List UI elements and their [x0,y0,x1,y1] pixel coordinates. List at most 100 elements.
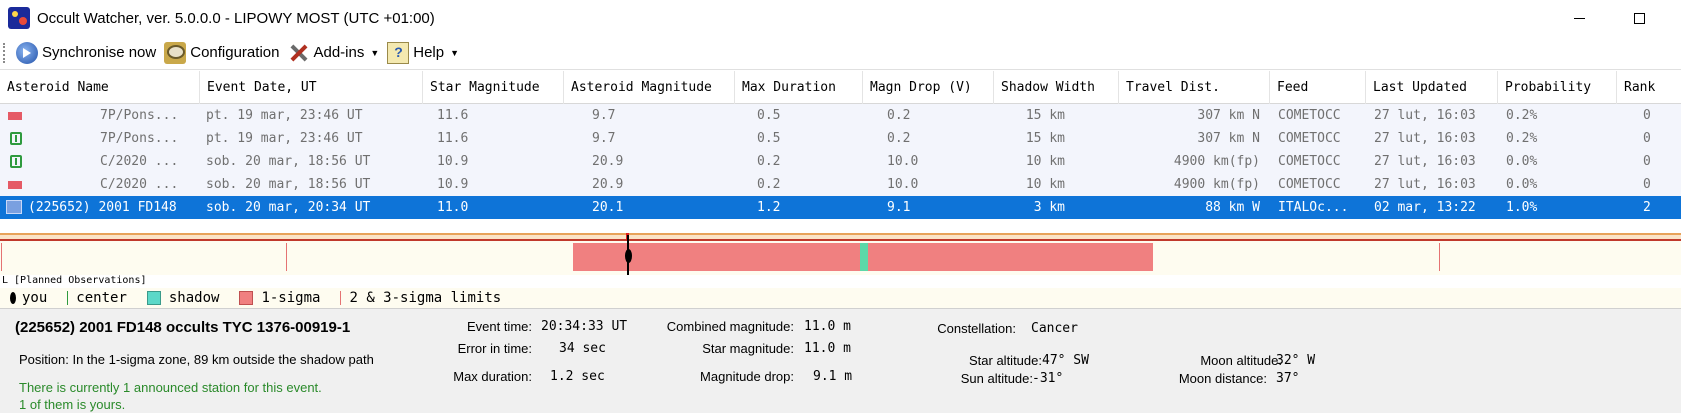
asteroid-name: 7P/Pons... [100,108,179,123]
addins-label: Add-ins [313,44,365,61]
sigma-limit-line [1439,243,1440,271]
shadow-path [860,243,868,271]
legend-center: center [76,290,127,306]
cell-prob: 0.2% [1506,108,1538,123]
help-menu[interactable]: Help ▼ [383,40,463,66]
stations-yours-text: 1 of them is yours. [19,397,126,412]
star-magnitude-label: Star magnitude: [702,341,794,356]
event-details-panel: (225652) 2001 FD148 occults TYC 1376-009… [0,308,1681,413]
cell-feed: COMETOCC [1278,154,1341,169]
legend: you center shadow 1-sigma 2 & 3-sigma li… [0,288,1681,308]
cell-magn-drop: 10.0 [887,177,919,192]
tools-icon [287,42,309,64]
asteroid-name: 7P/Pons... [100,131,179,146]
cell-updated: 02 mar, 13:22 [1374,200,1476,215]
column-header-asteroid-name[interactable]: Asteroid Name [0,71,200,104]
legend-shadow: shadow [168,290,220,306]
toolbar: Synchronise now Configuration Add-ins ▼ … [0,36,1681,70]
column-header-asteroid-magnitude[interactable]: Asteroid Magnitude [564,71,735,104]
chevron-down-icon: ▼ [370,47,380,58]
moon-distance-label: Moon distance: [1178,371,1267,386]
cell-updated: 27 lut, 16:03 [1374,154,1476,169]
toolbar-grip[interactable] [3,42,6,63]
cell-shadow-width: 15 km [1025,131,1065,146]
table-row[interactable]: 7P/Pons... pt. 19 mar, 23:46 UT 11.6 9.7 0.5… [0,104,1681,127]
column-header-last-updated[interactable]: Last Updated [1366,71,1498,104]
cell-prob: 1.0% [1506,200,1538,215]
cell-date: pt. 19 mar, 23:46 UT [206,131,363,146]
cell-max-dur: 0.5 [757,131,781,146]
table-row[interactable]: 7P/Pons... pt. 19 mar, 23:46 UT 11.6 9.7 0.5… [0,127,1681,150]
sync-icon [16,41,38,64]
cell-max-dur: 0.2 [757,177,781,192]
column-header-star-magnitude[interactable]: Star Magnitude [423,71,564,104]
station-icon [10,155,22,168]
you-legend-icon [10,292,16,304]
cell-travel: 307 km N [1197,108,1260,123]
help-icon [387,41,410,64]
cell-date: sob. 20 mar, 18:56 UT [206,154,371,169]
column-header-rank[interactable]: Rank [1617,71,1681,104]
minimize-button[interactable] [1556,0,1602,36]
sun-altitude-label: Sun altitude: [960,371,1033,386]
cell-feed: COMETOCC [1278,108,1341,123]
column-header-probability[interactable]: Probability [1498,71,1617,104]
addins-menu[interactable]: Add-ins ▼ [283,40,383,66]
cell-updated: 27 lut, 16:03 [1374,131,1476,146]
stations-text[interactable]: There is currently 1 announced station f… [19,380,322,395]
cell-ast-mag: 9.7 [592,131,616,146]
cell-star-mag: 10.9 [437,154,469,169]
max-duration-label: Max duration: [453,369,532,384]
event-title: (225652) 2001 FD148 occults TYC 1376-009… [15,319,351,336]
error-time-value: 34 sec [559,341,606,356]
maximize-button[interactable] [1616,0,1662,36]
column-header-feed[interactable]: Feed [1270,71,1366,104]
sigma-legend-icon [239,291,254,305]
cell-travel: 4900 km(fp) [1173,177,1260,192]
error-time-label: Error in time: [457,341,532,356]
cell-name: C/2020 ... [0,173,200,196]
configuration-button[interactable]: Configuration [160,40,283,66]
position-text: Position: In the 1-sigma zone, 89 km out… [19,352,374,367]
synchronise-label: Synchronise now [42,44,157,61]
legend-you: you [22,290,48,306]
cell-star-mag: 11.0 [437,200,469,215]
combined-magnitude-label: Combined magnitude: [666,319,794,334]
table-row[interactable]: (225652) 2001 FD148 sob. 20 mar, 20:34 UT… [0,196,1681,219]
window-title: Occult Watcher, ver. 5.0.0.0 - LIPOWY MO… [37,9,435,27]
asteroid-name: (225652) 2001 FD148 [28,200,177,215]
column-header-max-duration[interactable]: Max Duration [735,71,863,104]
cell-prob: 0.2% [1506,131,1538,146]
table-row[interactable]: C/2020 ... sob. 20 mar, 18:56 UT 10.9 20.9 0… [0,173,1681,196]
magnitude-drop-label: Magnitude drop: [700,369,794,384]
table-row[interactable]: C/2020 ... sob. 20 mar, 18:56 UT 10.9 20.9 0… [0,150,1681,173]
configuration-label: Configuration [190,44,280,61]
cell-max-dur: 1.2 [757,200,781,215]
cell-star-mag: 10.9 [437,177,469,192]
cell-updated: 27 lut, 16:03 [1374,177,1476,192]
cell-max-dur: 0.2 [757,154,781,169]
sigma-limit-line [1,243,2,271]
column-header-event-date[interactable]: Event Date, UT [200,71,423,104]
sun-altitude-value: -31° [1032,371,1064,386]
cell-name: 7P/Pons... [0,127,200,150]
column-header-shadow-width[interactable]: Shadow Width [994,71,1119,104]
cell-name: 7P/Pons... [0,104,200,127]
synchronise-button[interactable]: Synchronise now [12,40,160,66]
configuration-icon [164,41,187,64]
maximize-icon [1633,12,1645,24]
moon-distance-value: 37° [1276,371,1300,386]
center-legend-icon [67,291,69,305]
cell-ast-mag: 20.9 [592,154,624,169]
selected-flag-icon [6,200,22,214]
path-diagram[interactable] [0,233,1681,275]
column-header-magn-drop[interactable]: Magn Drop (V) [863,71,994,104]
cell-rank: 2 [1643,200,1651,215]
chevron-down-icon: ▼ [450,47,460,58]
cell-rank: 0 [1643,154,1651,169]
cell-date: sob. 20 mar, 20:34 UT [206,200,371,215]
cell-magn-drop: 10.0 [887,154,919,169]
column-header-travel-dist[interactable]: Travel Dist. [1119,71,1270,104]
cell-name: (225652) 2001 FD148 [0,196,200,219]
cell-magn-drop: 0.2 [887,131,911,146]
